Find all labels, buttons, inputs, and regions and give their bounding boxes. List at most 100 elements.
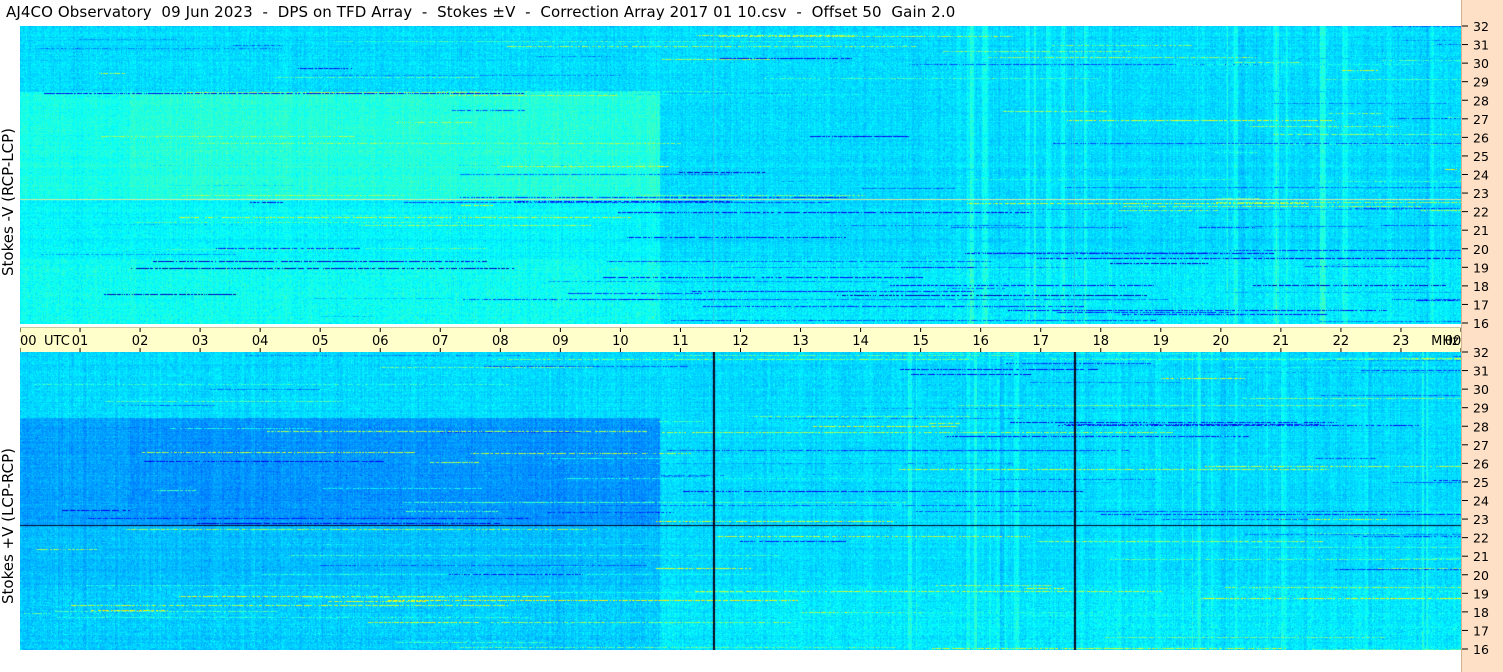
chart-title: AJ4CO Observatory 09 Jun 2023 - DPS on T… (6, 3, 956, 21)
freq-tick-bottom-29: 29 (1462, 401, 1489, 416)
freq-tick-label: 28 (1473, 419, 1489, 434)
time-axis-band: 00 01 02 03 04 05 06 07 08 09 10 11 12 13 14 15 16 17 18 19… (20, 327, 1461, 353)
time-tick-label: 07 (432, 334, 449, 349)
time-tick-label: 05 (312, 334, 329, 349)
time-tick-label: 18 (1092, 334, 1109, 349)
freq-tick-bottom-20: 20 (1462, 568, 1489, 583)
freq-tick-bottom-17: 17 (1462, 623, 1489, 638)
freq-tick-top-24: 24 (1462, 168, 1489, 183)
freq-tick-top-26: 26 (1462, 130, 1489, 145)
time-tick-18: 18 (1092, 328, 1109, 352)
freq-tick-label: 19 (1473, 586, 1489, 601)
frequency-axis-strip: 32 31 30 29 28 27 26 25 24 23 22 21 20 19 18 17 16 32 31 30… (1461, 0, 1503, 672)
freq-tick-label: 19 (1473, 260, 1489, 275)
time-tick-label: 16 (972, 334, 989, 349)
spectrogram-top-canvas (20, 26, 1461, 324)
freq-tick-label: 21 (1473, 223, 1489, 238)
time-tick-label: 13 (792, 334, 809, 349)
time-tick-label: 00 (20, 334, 37, 349)
freq-tick-label: 20 (1473, 568, 1489, 583)
time-tick-21: 21 (1273, 328, 1290, 352)
freq-tick-bottom-16: 16 (1462, 642, 1489, 657)
time-tick-label: 21 (1273, 334, 1290, 349)
time-tick-4: 04 (252, 328, 269, 352)
time-tick-label: 01 (72, 334, 89, 349)
freq-tick-top-31: 31 (1462, 38, 1489, 53)
freq-tick-label: 22 (1473, 531, 1489, 546)
freq-tick-label: 16 (1473, 642, 1489, 657)
freq-tick-top-23: 23 (1462, 186, 1489, 201)
freq-tick-label: 30 (1473, 382, 1489, 397)
time-tick-1: 01 (72, 328, 89, 352)
freq-tick-bottom-26: 26 (1462, 456, 1489, 471)
freq-tick-label: 17 (1473, 297, 1489, 312)
time-tick-7: 07 (432, 328, 449, 352)
time-tick-label: 19 (1153, 334, 1170, 349)
freq-tick-label: 27 (1473, 112, 1489, 127)
time-tick-5: 05 (312, 328, 329, 352)
time-tick-9: 09 (552, 328, 569, 352)
freq-tick-bottom-25: 25 (1462, 475, 1489, 490)
bottom-panel-y-label: Stokes +V (LCP-RCP) (0, 448, 17, 604)
freq-tick-label: 24 (1473, 168, 1489, 183)
time-tick-label: 20 (1213, 334, 1230, 349)
freq-tick-label: 31 (1473, 38, 1489, 53)
freq-tick-top-21: 21 (1462, 223, 1489, 238)
freq-tick-bottom-27: 27 (1462, 438, 1489, 453)
freq-tick-top-27: 27 (1462, 112, 1489, 127)
time-tick-2: 02 (132, 328, 148, 352)
time-tick-label: 04 (252, 334, 269, 349)
freq-tick-top-32: 32 (1462, 19, 1489, 34)
time-tick-8: 08 (492, 328, 509, 352)
freq-tick-bottom-28: 28 (1462, 419, 1489, 434)
time-tick-label: 03 (192, 334, 209, 349)
time-tick-label: 22 (1333, 334, 1350, 349)
time-tick-0: 00 (20, 328, 37, 352)
time-tick-label: 14 (852, 334, 869, 349)
mhz-unit-label: MHz (1431, 334, 1459, 349)
time-tick-3: 03 (192, 328, 209, 352)
time-tick-22: 22 (1333, 328, 1350, 352)
freq-tick-top-18: 18 (1462, 279, 1489, 294)
time-tick-11: 11 (672, 328, 689, 352)
freq-tick-bottom-32: 32 (1462, 345, 1489, 360)
freq-tick-bottom-19: 19 (1462, 586, 1489, 601)
freq-tick-label: 27 (1473, 438, 1489, 453)
freq-tick-label: 29 (1473, 75, 1489, 90)
freq-tick-top-30: 30 (1462, 56, 1489, 71)
freq-tick-label: 26 (1473, 130, 1489, 145)
freq-tick-bottom-24: 24 (1462, 494, 1489, 509)
spectrogram-bottom-canvas (20, 352, 1461, 650)
utc-label: UTC (44, 334, 70, 349)
time-tick-label: 15 (912, 334, 929, 349)
time-tick-label: 23 (1393, 334, 1410, 349)
freq-tick-label: 25 (1473, 149, 1489, 164)
time-tick-19: 19 (1153, 328, 1170, 352)
time-tick-17: 17 (1032, 328, 1049, 352)
freq-tick-bottom-30: 30 (1462, 382, 1489, 397)
freq-tick-label: 23 (1473, 512, 1489, 527)
freq-tick-label: 20 (1473, 242, 1489, 257)
freq-tick-bottom-31: 31 (1462, 364, 1489, 379)
time-tick-10: 10 (612, 328, 629, 352)
top-panel-y-label: Stokes -V (RCP-LCP) (0, 128, 17, 276)
freq-tick-label: 30 (1473, 56, 1489, 71)
time-tick-13: 13 (792, 328, 809, 352)
time-tick-20: 20 (1213, 328, 1230, 352)
time-tick-15: 15 (912, 328, 929, 352)
freq-tick-label: 18 (1473, 605, 1489, 620)
freq-tick-label: 31 (1473, 364, 1489, 379)
freq-tick-label: 28 (1473, 93, 1489, 108)
time-tick-23: 23 (1393, 328, 1410, 352)
time-tick-label: 17 (1032, 334, 1049, 349)
time-tick-16: 16 (972, 328, 989, 352)
freq-tick-label: 29 (1473, 401, 1489, 416)
time-tick-label: 06 (372, 334, 389, 349)
freq-tick-top-19: 19 (1462, 260, 1489, 275)
freq-tick-label: 23 (1473, 186, 1489, 201)
freq-tick-label: 22 (1473, 205, 1489, 220)
time-axis: 00 01 02 03 04 05 06 07 08 09 10 11 12 13 14 15 16 17 18 19… (20, 328, 1461, 352)
freq-tick-label: 21 (1473, 549, 1489, 564)
freq-tick-bottom-23: 23 (1462, 512, 1489, 527)
freq-tick-top-22: 22 (1462, 205, 1489, 220)
